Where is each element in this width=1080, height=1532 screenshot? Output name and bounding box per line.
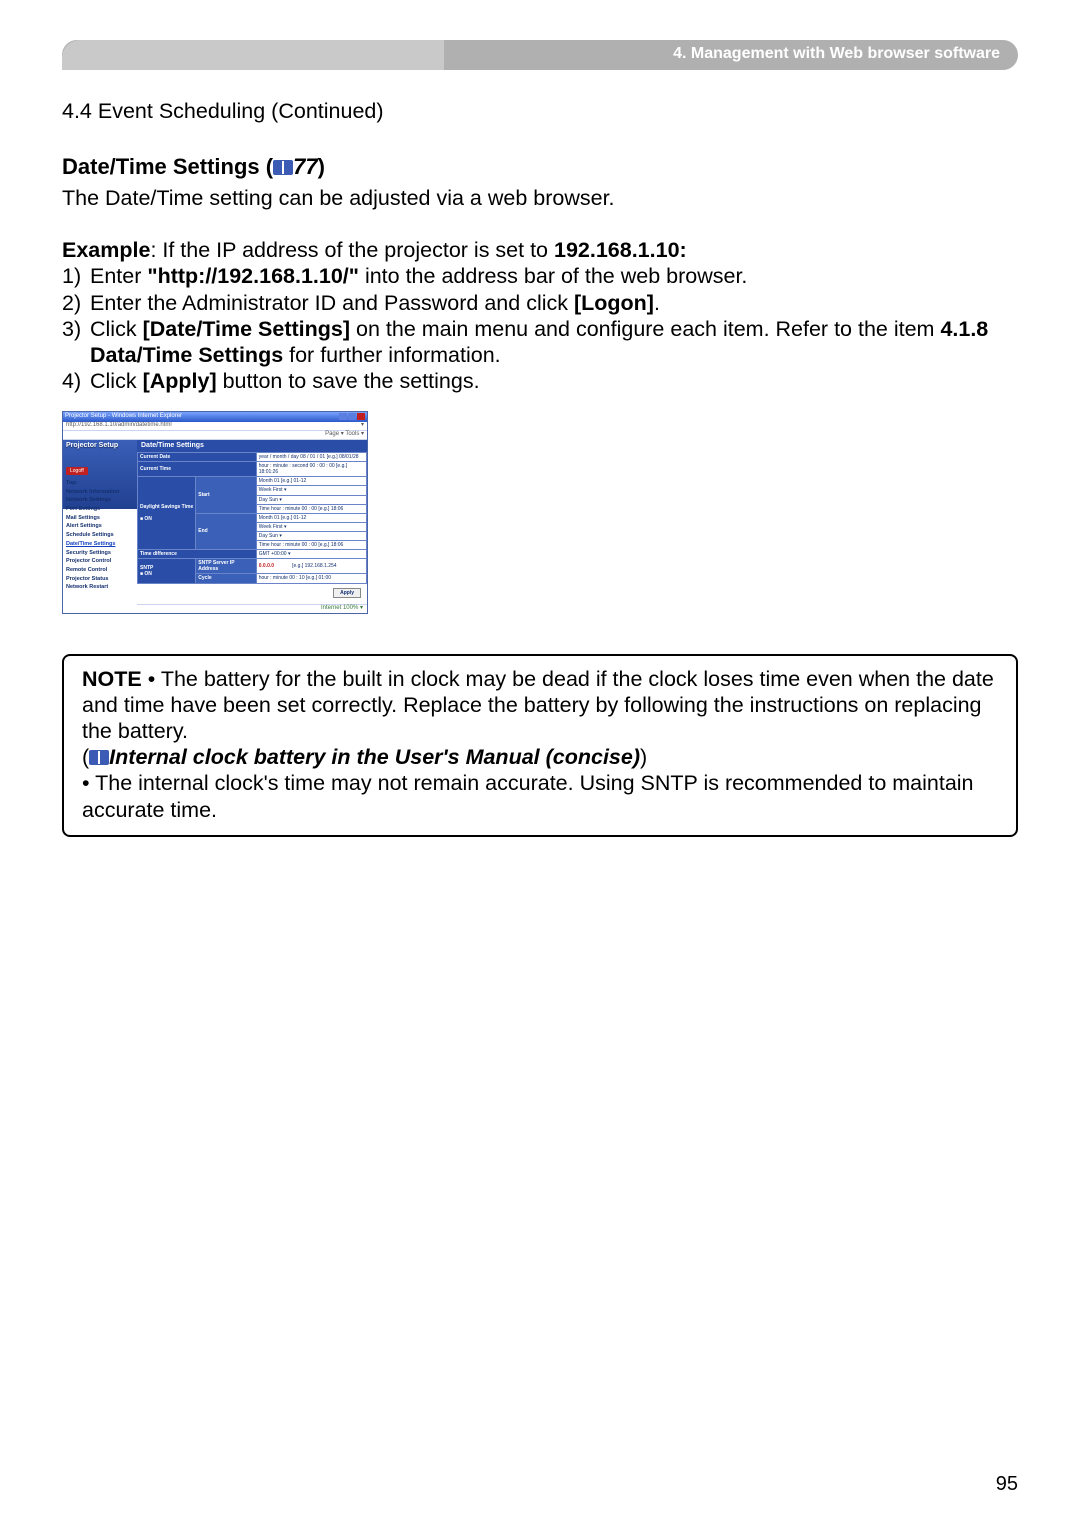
row-label: Current Date (138, 453, 257, 462)
sidebar-item[interactable]: Network Settings (66, 496, 134, 505)
close-icon[interactable] (357, 413, 365, 420)
side-nav: Top: Network Information Network Setting… (66, 479, 134, 592)
step-text: for further information. (283, 343, 500, 367)
step-num: 3) (62, 316, 90, 368)
step-bold: [Date/Time Settings] (143, 317, 350, 341)
row-value[interactable]: GMT +00:00 ▾ (256, 550, 366, 559)
example-line: Example: If the IP address of the projec… (62, 237, 1018, 263)
row-value[interactable]: 0.0.0.0 [e.g.] 192.168.1.254 (256, 559, 366, 574)
section-heading: Date/Time Settings ( 77) (62, 154, 1018, 181)
example-ip: 192.168.1.10: (554, 238, 687, 262)
page-number: 95 (996, 1472, 1018, 1496)
sidebar-item[interactable]: Network Information (66, 488, 134, 497)
brand-label: Projector Setup (66, 442, 134, 467)
step-text: on the main menu and configure each item… (350, 317, 940, 341)
step-text: button to save the settings. (217, 369, 480, 393)
book-icon (89, 750, 109, 765)
book-icon (273, 160, 293, 175)
row-value[interactable]: Day Sun ▾ (256, 495, 366, 504)
step-row: 4) Click [Apply] button to save the sett… (62, 368, 1018, 394)
sidebar-item[interactable]: Remote Control (66, 566, 134, 575)
checkbox-on[interactable]: ■ ON (140, 571, 152, 577)
row-label: Current Time (138, 462, 257, 477)
step-row: 2) Enter the Administrator ID and Passwo… (62, 290, 1018, 316)
sidebar-item[interactable]: Projector Status (66, 575, 134, 584)
heading-page-ref: 77 (293, 154, 317, 179)
status-bar: Internet 100% ▾ (137, 604, 367, 613)
heading-text: Date/Time Settings ( (62, 154, 273, 179)
sidebar-item[interactable]: Schedule Settings (66, 531, 134, 540)
step-row: 1) Enter "http://192.168.1.10/" into the… (62, 263, 1018, 289)
panel-title: Date/Time Settings (137, 440, 367, 453)
window-titlebar: Projector Setup - Windows Internet Explo… (63, 412, 367, 422)
note-box: NOTE • The battery for the built in cloc… (62, 654, 1018, 837)
row-value[interactable]: Time hour : minute 00 : 00 [e.g.] 18:06 (256, 504, 366, 513)
row-value[interactable]: Month 01 [e.g.] 01-12 (256, 477, 366, 486)
note-text: ( (82, 745, 89, 769)
note-lead: NOTE (82, 667, 142, 691)
example-lead: Example (62, 238, 150, 262)
row-value[interactable]: hour : minute : second 00 : 00 : 00 [e.g… (256, 462, 366, 477)
continued-heading: 4.4 Event Scheduling (Continued) (62, 98, 1018, 124)
note-text: • The battery for the built in clock may… (82, 667, 994, 743)
step-num: 4) (62, 368, 90, 394)
sidebar-item[interactable]: Security Settings (66, 549, 134, 558)
row-value[interactable]: Time hour : minute 00 : 00 [e.g.] 18:06 (256, 541, 366, 550)
row-value[interactable]: hour : minute 00 : 10 [e.g.] 01:00 (256, 574, 366, 583)
sub-label: SNTP Server IP Address (196, 559, 256, 574)
sidebar-item-active[interactable]: Date/Time Settings (66, 540, 134, 549)
window-title: Projector Setup - Windows Internet Explo… (65, 413, 182, 420)
embedded-screenshot: Projector Setup - Windows Internet Explo… (62, 411, 1018, 614)
example-rest: : If the IP address of the projector is … (150, 238, 554, 262)
note-text: • The internal clock's time may not rema… (82, 771, 974, 821)
step-bold: [Logon] (574, 291, 654, 315)
logoff-button[interactable]: Logoff (66, 467, 88, 475)
sub-label: Cycle (196, 574, 256, 583)
settings-table: Current Date year / month / day 08 / 01 … (137, 452, 367, 583)
sidebar-item[interactable]: Port Settings (66, 505, 134, 514)
maximize-icon[interactable] (348, 413, 356, 420)
heading-close: ) (318, 154, 325, 179)
minimize-icon[interactable] (339, 413, 347, 420)
row-label: SNTP ■ ON (138, 559, 196, 583)
sub-label: End (196, 513, 256, 549)
sidebar-item[interactable]: Mail Settings (66, 514, 134, 523)
sidebar-item[interactable]: Projector Control (66, 557, 134, 566)
row-label: Daylight Savings Time ■ ON (138, 477, 196, 550)
step-text: Enter (90, 264, 147, 288)
step-text: Click (90, 369, 143, 393)
row-label: Time difference (138, 550, 257, 559)
step-bold: [Apply] (143, 369, 217, 393)
row-value[interactable]: Week First ▾ (256, 522, 366, 531)
address-bar[interactable]: http://192.168.1.10/admin/datetime.html▾ (63, 422, 367, 431)
step-bold: "http://192.168.1.10/" (147, 264, 359, 288)
sidebar-item[interactable]: Network Restart (66, 583, 134, 592)
chapter-header: 4. Management with Web browser software (62, 40, 1018, 70)
step-text: Click (90, 317, 143, 341)
sub-label: Start (196, 477, 256, 513)
chapter-title: 4. Management with Web browser software (673, 44, 1000, 64)
step-num: 1) (62, 263, 90, 289)
sidebar-item[interactable]: Top: (66, 479, 134, 488)
sidebar-item[interactable]: Alert Settings (66, 522, 134, 531)
row-value[interactable]: year / month / day 08 / 01 / 01 [e.g.] 0… (256, 453, 366, 462)
apply-button[interactable]: Apply (333, 588, 361, 598)
intro-text: The Date/Time setting can be adjusted vi… (62, 185, 1018, 211)
step-text: Enter the Administrator ID and Password … (90, 291, 574, 315)
row-value[interactable]: Month 01 [e.g.] 01-12 (256, 513, 366, 522)
step-num: 2) (62, 290, 90, 316)
note-text: ) (640, 745, 647, 769)
note-ref: Internal clock battery in the User's Man… (109, 745, 640, 769)
row-value[interactable]: Week First ▾ (256, 486, 366, 495)
checkbox-on[interactable]: ■ ON (140, 516, 152, 522)
row-value[interactable]: Day Sun ▾ (256, 531, 366, 540)
browser-toolbar[interactable]: Page ▾ Tools ▾ (63, 431, 367, 440)
step-row: 3) Click [Date/Time Settings] on the mai… (62, 316, 1018, 368)
step-text: . (654, 291, 660, 315)
step-text: into the address bar of the web browser. (359, 264, 747, 288)
